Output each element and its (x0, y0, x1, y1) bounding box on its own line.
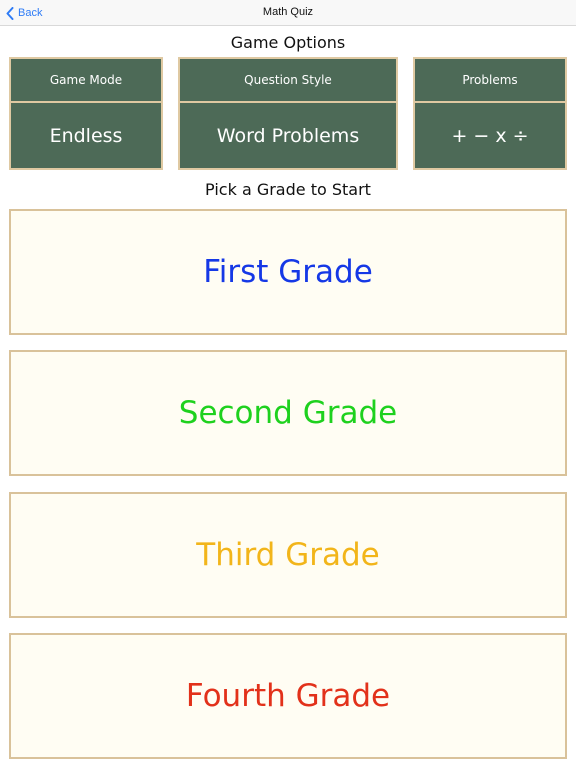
problems-label: Problems (415, 59, 565, 101)
first-grade-button[interactable]: First Grade (9, 209, 567, 335)
first-grade-label: First Grade (203, 254, 373, 290)
second-grade-button[interactable]: Second Grade (9, 350, 567, 476)
question-style-value: Word Problems (180, 103, 396, 168)
game-mode-value: Endless (11, 103, 161, 168)
game-mode-label: Game Mode (11, 59, 161, 101)
game-options-heading: Game Options (230, 33, 346, 52)
pick-grade-heading: Pick a Grade to Start (205, 180, 371, 199)
page-title: Math Quiz (262, 6, 314, 18)
problems-option[interactable]: Problems + − x ÷ (413, 57, 567, 170)
third-grade-button[interactable]: Third Grade (9, 492, 567, 618)
problems-value: + − x ÷ (415, 103, 565, 168)
fourth-grade-button[interactable]: Fourth Grade (9, 633, 567, 759)
question-style-label: Question Style (180, 59, 396, 101)
second-grade-label: Second Grade (178, 395, 398, 431)
question-style-option[interactable]: Question Style Word Problems (178, 57, 398, 170)
navigation-bar: Back Math Quiz (0, 0, 576, 26)
game-mode-option[interactable]: Game Mode Endless (9, 57, 163, 170)
third-grade-label: Third Grade (196, 537, 380, 573)
fourth-grade-label: Fourth Grade (185, 678, 391, 714)
